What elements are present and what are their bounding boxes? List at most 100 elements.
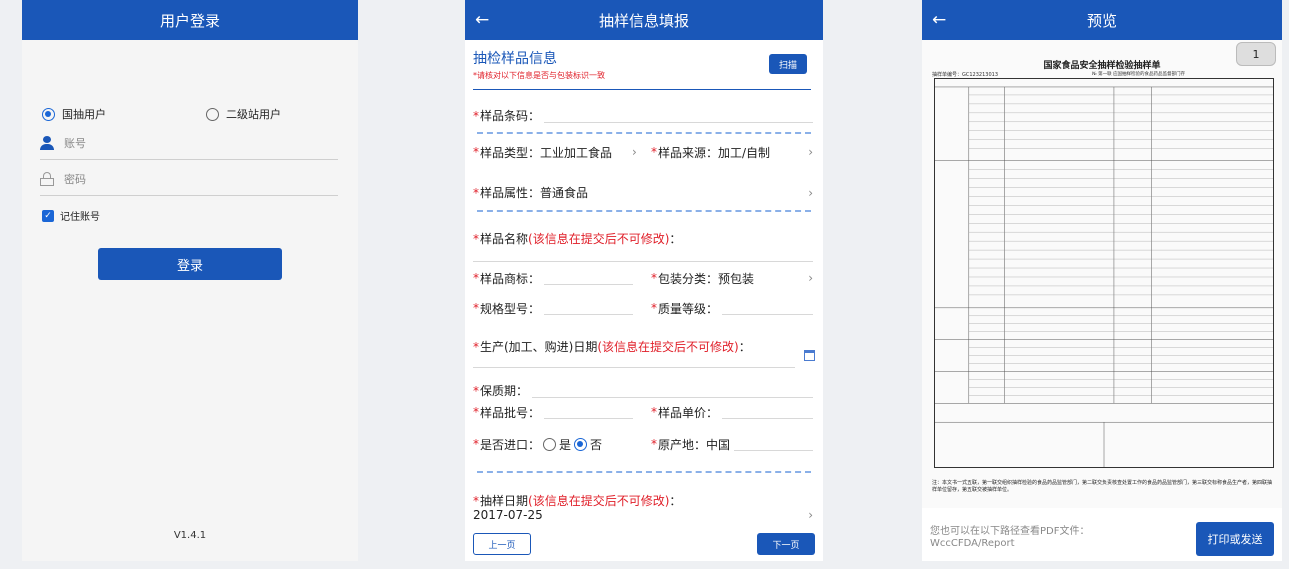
account-placeholder: 账号 — [64, 136, 86, 150]
person-icon — [40, 135, 54, 150]
required-star: * — [651, 271, 657, 285]
login-title: 用户登录 — [159, 11, 220, 30]
brand-field[interactable]: * 样品商标： — [473, 270, 633, 287]
chevron-right-icon: › — [808, 185, 813, 200]
import-label: 是否进口： — [480, 437, 541, 452]
batch-label: 样品批号： — [480, 405, 541, 420]
date-colon: ： — [738, 340, 751, 354]
document-table — [934, 78, 1274, 468]
shelf-row[interactable]: * 保质期： — [473, 382, 813, 399]
document-title: 国家食品安全抽样检验抽样单 — [1043, 61, 1161, 71]
form-appbar: ← 抽样信息填报 — [465, 0, 823, 40]
required-star: * — [651, 437, 657, 451]
document-number: 抽样单编号：GC123213013 — [932, 72, 998, 78]
source-value: 加工/自制 — [718, 145, 771, 160]
date-label: 生产(加工、购进)日期 — [480, 340, 598, 354]
radio-no[interactable] — [574, 437, 588, 451]
pdf-path-tip: 您也可以在以下路径查看PDF文件： WccCFDA/Report — [930, 526, 1089, 550]
back-arrow-icon[interactable]: ← — [475, 0, 489, 40]
radio-yes[interactable] — [543, 437, 557, 451]
date-note: (该信息在提交后不可修改) — [597, 340, 739, 354]
name-row: * 样品名称 (该信息在提交后不可修改) ： — [473, 230, 813, 247]
quality-field[interactable]: * 质量等级： — [651, 300, 813, 317]
barcode-input[interactable] — [544, 109, 813, 123]
form-title: 抽样信息填报 — [598, 11, 689, 30]
remember-account-checkbox[interactable]: ✓ 记住账号 — [42, 208, 100, 223]
document-copy-note: № 第一联 应国抽样检验的食品药品监督部门存 — [1092, 72, 1186, 77]
section-title: 抽检样品信息 — [473, 51, 557, 67]
barcode-label: 样品条码： — [480, 109, 541, 123]
origin-field[interactable]: * 原产地： 中国 — [651, 436, 813, 453]
sample-date-row: * 抽样日期 (该信息在提交后不可修改) ： — [473, 492, 813, 509]
password-placeholder: 密码 — [64, 172, 86, 186]
account-field[interactable]: 账号 — [40, 126, 338, 160]
login-screen: 用户登录 国抽用户 二级站用户 账号 密码 ✓ 记住账号 登录 V1.4.1 — [22, 0, 358, 561]
radio-national-user[interactable]: 国抽用户 — [42, 106, 106, 122]
prev-page-button[interactable]: 上一页 — [473, 533, 531, 555]
required-star: * — [473, 271, 479, 285]
login-appbar: 用户登录 — [22, 0, 358, 40]
tip-line-2: WccCFDA/Report — [930, 538, 1015, 549]
yes-label: 是 — [559, 437, 572, 452]
type-label: 样品类型： — [480, 145, 541, 160]
radio-secondary-label: 二级站用户 — [226, 108, 281, 121]
chevron-right-icon: › — [808, 508, 813, 522]
pack-select[interactable]: * 包装分类： 预包装 — [651, 270, 754, 287]
date-row: * 生产(加工、购进)日期 (该信息在提交后不可修改) ： — [473, 338, 813, 355]
origin-value: 中国 — [706, 437, 731, 452]
dashed-divider — [477, 132, 811, 134]
name-input[interactable] — [473, 248, 813, 262]
required-star: * — [473, 185, 479, 200]
batch-field[interactable]: * 样品批号： — [473, 404, 633, 421]
sample-source-select[interactable]: * 样品来源： 加工/自制 — [651, 144, 770, 161]
login-button[interactable]: 登录 — [98, 248, 282, 280]
scan-button[interactable]: 扫描 — [769, 54, 807, 74]
back-arrow-icon[interactable]: ← — [932, 0, 946, 40]
origin-label: 原产地： — [658, 437, 707, 452]
required-star: * — [473, 231, 479, 246]
pdf-document-view[interactable]: 1 国家食品安全抽样检验抽样单 抽样单编号：GC123213013 № 第一联 … — [922, 40, 1282, 508]
spec-label: 规格型号： — [480, 301, 541, 316]
lock-icon — [40, 171, 54, 186]
print-or-send-button[interactable]: 打印或发送 — [1196, 522, 1274, 556]
name-colon: ： — [669, 232, 682, 246]
source-label: 样品来源： — [658, 145, 719, 160]
sample-date-value: 2017-07-25 — [473, 508, 543, 522]
shelf-label: 保质期： — [480, 384, 529, 398]
required-star: * — [651, 301, 657, 315]
section-note: *请核对以下信息是否与包装标识一致 — [473, 71, 605, 80]
version-label: V1.4.1 — [173, 530, 207, 541]
required-star: * — [473, 145, 479, 159]
required-star: * — [473, 339, 479, 354]
checkbox-checked-icon: ✓ — [42, 209, 54, 222]
chevron-right-icon: › — [808, 271, 813, 285]
spec-field[interactable]: * 规格型号： — [473, 300, 633, 317]
required-star: * — [473, 437, 479, 451]
required-star: * — [473, 383, 479, 398]
chevron-right-icon: › — [808, 145, 813, 159]
dashed-divider — [477, 210, 811, 212]
sample-type-select[interactable]: * 样品类型： 工业加工食品 › — [473, 144, 637, 161]
sample-date-select[interactable]: 2017-07-25 › — [473, 508, 813, 522]
attr-row[interactable]: * 样品属性： 普通食品 › — [473, 184, 813, 201]
radio-selected-icon — [42, 107, 55, 121]
date-input[interactable] — [473, 354, 813, 368]
user-type-radio-group: 国抽用户 二级站用户 — [42, 106, 338, 122]
sample-date-colon: ： — [669, 494, 682, 508]
required-star: * — [473, 108, 479, 123]
password-field[interactable]: 密码 — [40, 162, 338, 196]
form-screen: ← 抽样信息填报 抽检样品信息 *请核对以下信息是否与包装标识一致 扫描 * 样… — [465, 0, 823, 561]
preview-screen: ← 预览 1 国家食品安全抽样检验抽样单 抽样单编号：GC123213013 №… — [922, 0, 1282, 561]
radio-unselected-icon — [206, 107, 219, 121]
type-value: 工业加工食品 — [540, 145, 613, 160]
radio-national-label: 国抽用户 — [62, 108, 106, 121]
price-field[interactable]: * 样品单价： — [651, 404, 813, 421]
barcode-row[interactable]: * 样品条码： — [473, 107, 813, 124]
radio-secondary-user[interactable]: 二级站用户 — [206, 106, 281, 122]
name-label: 样品名称 — [480, 232, 529, 246]
name-note: (该信息在提交后不可修改) — [528, 232, 670, 246]
chevron-right-icon: › — [632, 145, 637, 159]
import-radio-group: * 是否进口： 是 否 — [473, 436, 602, 453]
pack-value: 预包装 — [718, 271, 755, 286]
next-page-button[interactable]: 下一页 — [757, 533, 815, 555]
